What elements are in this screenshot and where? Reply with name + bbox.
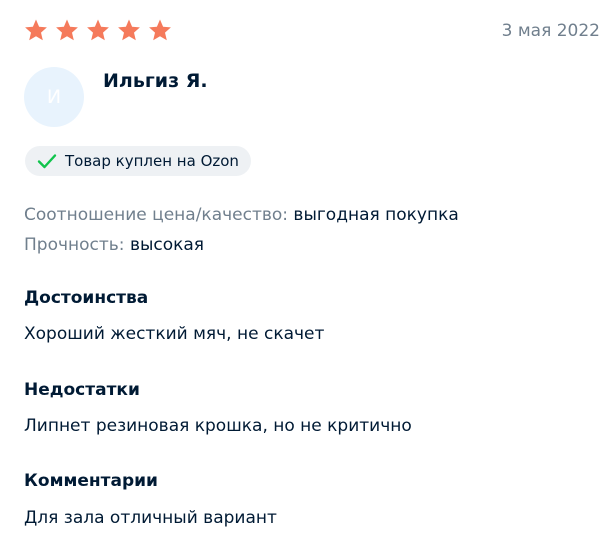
section-title-comments: Комментарии <box>24 471 158 491</box>
author-name: Ильгиз Я. <box>103 70 208 92</box>
star-icon <box>25 19 47 41</box>
purchased-badge: Товар куплен на Ozon <box>25 146 251 176</box>
section-text-pros: Хороший жесткий мяч, не скачет <box>24 324 325 344</box>
purchased-badge-label: Товар куплен на Ozon <box>65 152 239 170</box>
star-icon <box>56 19 78 41</box>
star-icon <box>149 19 171 41</box>
review-card: 3 мая 2022 И Ильгиз Я. Товар куплен на O… <box>24 0 600 560</box>
review-properties: Соотношение цена/качество: выгодная поку… <box>24 200 459 260</box>
rating-stars <box>24 18 172 42</box>
check-icon <box>37 154 57 169</box>
section-title-cons: Недостатки <box>24 380 140 400</box>
property-value: выгодная покупка <box>293 205 459 225</box>
avatar-letter: И <box>46 86 62 108</box>
property-durability: Прочность: высокая <box>24 230 459 260</box>
avatar[interactable]: И <box>24 67 84 127</box>
property-label: Прочность: <box>24 235 125 255</box>
property-value: высокая <box>129 235 205 255</box>
star-icon <box>118 19 140 41</box>
section-text-comments: Для зала отличный вариант <box>24 508 277 528</box>
property-price-quality: Соотношение цена/качество: выгодная поку… <box>24 200 459 230</box>
star-icon <box>87 19 109 41</box>
section-text-cons: Липнет резиновая крошка, но не критично <box>24 416 412 436</box>
review-date: 3 мая 2022 <box>501 21 600 41</box>
section-title-pros: Достоинства <box>24 288 149 308</box>
property-label: Соотношение цена/качество: <box>24 205 289 225</box>
